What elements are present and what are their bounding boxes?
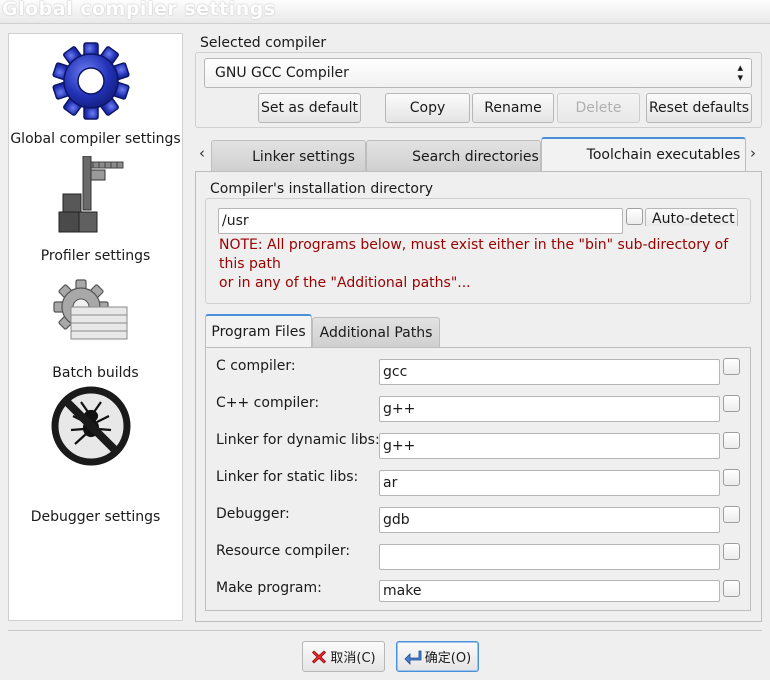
subtab-additional-paths[interactable]: Additional Paths [312,317,440,348]
compiler-select[interactable]: GNU GCC Compiler ▴ ▾ [204,58,752,88]
static-linker-input[interactable]: ar [379,470,720,496]
sidebar: Global compiler settings Profiler settin… [8,33,183,621]
cancel-x-icon [311,649,327,665]
tab-label: Program Files [211,324,306,340]
cancel-label: 取消(C) [330,651,376,666]
make-program-input[interactable]: make [379,580,720,602]
copy-button[interactable]: Copy [385,93,470,123]
tab-label: Additional Paths [319,325,433,341]
caliper-icon [58,156,124,233]
window-title: Global compiler settings [2,0,276,20]
sidebar-item-profiler-settings[interactable]: Profiler settings [9,156,182,271]
enter-arrow-icon [404,649,422,665]
tab-linker-settings[interactable]: Linker settings [211,140,366,172]
cpp-compiler-checkbox[interactable] [723,395,740,412]
note-line: NOTE: All programs below, must exist eit… [219,237,729,253]
batch-gear-icon [53,279,128,340]
c-compiler-input[interactable]: gcc [379,359,720,385]
cpp-compiler-label: C++ compiler: [216,395,320,411]
tab-toolchain-executables[interactable]: Toolchain executables [541,137,746,171]
sidebar-item-label: Debugger settings [30,509,161,525]
debugger-label: Debugger: [216,506,290,522]
auto-detect-label: Auto-detect [652,211,735,226]
install-dir-note: NOTE: All programs below, must exist eit… [219,236,739,293]
title-bar: Global compiler settings [0,0,770,24]
static-linker-checkbox[interactable] [723,469,740,486]
sidebar-item-global-compiler-settings[interactable]: Global compiler settings [9,39,182,154]
selected-compiler-title: Selected compiler [200,35,327,51]
dynamic-linker-checkbox[interactable] [723,432,740,449]
cpp-compiler-input[interactable]: g++ [379,396,720,422]
install-dir-input[interactable]: /usr [218,208,623,234]
sidebar-item-label: Global compiler settings [10,131,181,147]
tab-label: Search directories [412,148,539,165]
tab-scroll-left-icon[interactable]: ‹ [199,144,205,162]
sidebar-item-batch-builds[interactable]: Batch builds [9,271,182,386]
resource-compiler-input[interactable] [379,544,720,570]
install-dir-title: Compiler's installation directory [210,181,433,197]
install-dir-checkbox[interactable] [626,208,643,225]
gear-icon [52,42,130,120]
c-compiler-checkbox[interactable] [723,358,740,375]
ok-label: 确定(O) [424,651,472,666]
compiler-select-value: GNU GCC Compiler [215,65,349,81]
rename-button[interactable]: Rename [472,93,554,123]
resource-compiler-checkbox[interactable] [723,543,740,560]
footer-divider [8,630,762,631]
c-compiler-label: C compiler: [216,358,296,374]
tab-search-directories[interactable]: Search directories [366,140,541,172]
ok-button[interactable]: 确定(O) [396,641,479,672]
updown-arrow-icon: ▴ ▾ [737,61,743,84]
resource-compiler-label: Resource compiler: [216,543,351,559]
tab-scroll-right-icon[interactable]: › [750,144,756,162]
debugger-checkbox[interactable] [723,506,740,523]
dynamic-linker-input[interactable]: g++ [379,433,720,459]
no-bug-icon [51,386,131,466]
delete-button[interactable]: Delete [557,93,640,123]
make-program-label: Make program: [216,580,322,596]
reset-defaults-button[interactable]: Reset defaults [646,93,752,123]
sidebar-item-label: Batch builds [52,365,139,381]
note-line: or in any of the "Additional paths"... [219,275,471,291]
dynamic-linker-label: Linker for dynamic libs: [216,432,380,448]
tab-label: Linker settings [252,148,355,165]
debugger-input[interactable]: gdb [379,507,720,533]
sidebar-item-label: Profiler settings [40,248,151,264]
static-linker-label: Linker for static libs: [216,469,359,485]
auto-detect-button[interactable]: Auto-detect [645,208,738,226]
tab-label: Toolchain executables [586,147,741,163]
cancel-button[interactable]: 取消(C) [302,641,385,672]
make-program-checkbox[interactable] [723,580,740,597]
subtab-program-files[interactable]: Program Files [205,314,312,348]
sidebar-item-debugger-settings[interactable]: Debugger settings [9,386,182,525]
note-line: this path [219,256,281,272]
set-default-button[interactable]: Set as default [258,93,361,123]
